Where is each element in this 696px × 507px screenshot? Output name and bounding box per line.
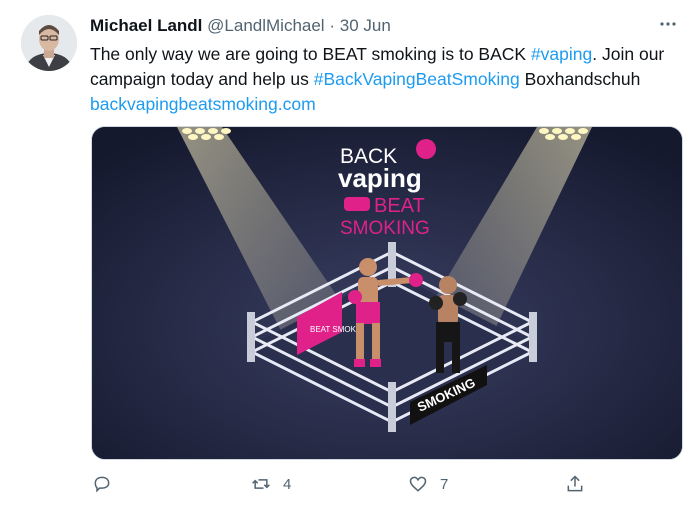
like-count: 7	[440, 475, 449, 493]
boxing-illustration: BACK vaping BEAT SMOKING BEAT SMOK SMOKI…	[92, 127, 682, 459]
glove-badge-icon	[416, 139, 436, 159]
logo-smoking: SMOKING	[340, 218, 430, 239]
tweet-text-part1: The only way we are going to BEAT smokin…	[90, 44, 531, 64]
reply-icon	[94, 476, 110, 493]
tweet-media-image[interactable]: BACK vaping BEAT SMOKING BEAT SMOK SMOKI…	[91, 126, 683, 460]
tweet-text: The only way we are going to BEAT smokin…	[90, 42, 680, 117]
avatar[interactable]	[21, 15, 77, 71]
retweet-button[interactable]: 4	[251, 474, 291, 494]
retweet-icon	[252, 479, 270, 489]
reply-button[interactable]	[92, 474, 112, 494]
heart-icon	[409, 476, 427, 492]
website-link[interactable]: backvapingbeatsmoking.com	[90, 94, 316, 114]
hashtag-vaping[interactable]: #vaping	[531, 44, 592, 64]
share-icon	[567, 475, 583, 492]
tweet-text-part3: Boxhandschuh	[519, 69, 641, 89]
logo-vaping: vaping	[338, 163, 422, 193]
corner-sign-text: BEAT SMOK	[310, 325, 357, 334]
tweet-actions: 4 7	[0, 474, 696, 502]
hashtag-backvapingbeatsmoking[interactable]: #BackVapingBeatSmoking	[314, 69, 520, 89]
like-button[interactable]: 7	[408, 474, 448, 494]
retweet-count: 4	[283, 475, 292, 493]
more-options-icon[interactable]	[658, 14, 678, 39]
tweet-date[interactable]: 30 Jun	[340, 16, 391, 35]
separator-dot: ·	[329, 16, 335, 35]
author-handle[interactable]: @LandlMichael	[207, 16, 324, 35]
tweet-header: Michael Landl @LandlMichael · 30 Jun	[90, 15, 391, 37]
logo-beat: BEAT	[374, 195, 425, 217]
share-button[interactable]	[565, 474, 585, 494]
glove-logo-icon	[344, 197, 370, 211]
avatar-image	[21, 15, 77, 71]
author-name[interactable]: Michael Landl	[90, 16, 202, 35]
